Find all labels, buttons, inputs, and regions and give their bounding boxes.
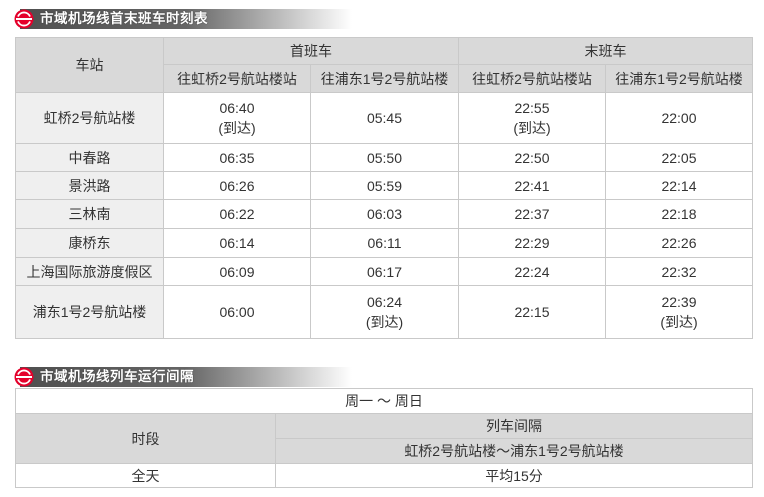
period-value: 全天 xyxy=(15,463,276,488)
station-name: 上海国际旅游度假区 xyxy=(15,257,164,286)
train-time: 06:00 xyxy=(219,304,255,320)
time-cell: 22:15 xyxy=(458,285,606,339)
station-column-header: 车站 xyxy=(15,37,164,93)
table-row: 康桥东 06:14 06:11 22:29 22:26 xyxy=(15,228,753,258)
shanghai-metro-logo-icon xyxy=(14,9,34,29)
table-row: 上海国际旅游度假区 06:09 06:17 22:24 22:32 xyxy=(15,257,753,286)
train-time: 22:15 xyxy=(514,304,550,320)
train-time: 22:00 xyxy=(661,110,697,126)
last-train-header: 末班车 xyxy=(458,37,753,65)
shanghai-metro-logo-icon xyxy=(14,367,34,387)
station-name: 中春路 xyxy=(15,143,164,172)
first-train-header: 首班车 xyxy=(163,37,459,65)
train-time: 22:24 xyxy=(458,257,606,286)
schedule-section-title: 市域机场线首末班车时刻表 xyxy=(40,11,208,27)
train-time: 06:26 xyxy=(163,171,311,200)
train-time: 05:45 xyxy=(366,110,403,126)
train-time: 06:22 xyxy=(163,199,311,229)
time-cell: 22:55 (到达) xyxy=(458,92,606,144)
arrival-note: (到达) xyxy=(660,314,698,330)
table-row: 浦东1号2号航站楼 06:00 06:24 (到达) 22:15 22:39 (… xyxy=(15,285,753,339)
train-time: 06:35 xyxy=(163,143,311,172)
route-header: 虹桥2号航站楼～浦东1号2号航站楼 xyxy=(275,438,753,464)
interval-section-header: 市域机场线列车运行间隔 xyxy=(12,366,352,388)
station-name: 三林南 xyxy=(15,199,164,229)
train-time: 05:50 xyxy=(310,143,459,172)
table-header-row: 时段 列车间隔 xyxy=(15,413,753,464)
days-row: 周一 ～ 周日 xyxy=(15,388,753,414)
first-last-train-table: 车站 首班车 末班车 往虹桥2号航站楼站 往浦东1号2号航站楼 往虹桥2号航站楼… xyxy=(15,37,753,339)
table-row: 中春路 06:35 05:50 22:50 22:05 xyxy=(15,143,753,172)
train-time: 06:03 xyxy=(310,199,459,229)
direction-header: 往浦东1号2号航站楼 xyxy=(605,64,753,93)
interval-section-title: 市域机场线列车运行间隔 xyxy=(40,369,194,385)
table-row: 三林南 06:22 06:03 22:37 22:18 xyxy=(15,199,753,229)
train-time: 06:24 xyxy=(366,294,403,310)
period-header: 时段 xyxy=(15,413,276,464)
table-row: 虹桥2号航站楼 06:40 (到达) 05:45 22:55 (到达) 22:0… xyxy=(15,92,753,144)
train-time: 22:29 xyxy=(458,228,606,258)
train-time: 22:18 xyxy=(605,199,753,229)
train-time: 22:55 xyxy=(514,100,550,116)
train-time: 06:09 xyxy=(163,257,311,286)
train-time: 06:40 xyxy=(219,100,255,116)
train-time: 22:50 xyxy=(458,143,606,172)
train-time: 06:17 xyxy=(310,257,459,286)
direction-header: 往浦东1号2号航站楼 xyxy=(310,64,459,93)
arrival-note: (到达) xyxy=(218,120,256,136)
direction-header: 往虹桥2号航站楼站 xyxy=(458,64,606,93)
station-name: 景洪路 xyxy=(15,171,164,200)
train-time: 22:41 xyxy=(458,171,606,200)
time-cell: 22:00 xyxy=(605,92,753,144)
time-cell: 06:24 (到达) xyxy=(310,285,459,339)
station-name: 虹桥2号航站楼 xyxy=(15,92,164,144)
train-time: 22:32 xyxy=(605,257,753,286)
station-name: 浦东1号2号航站楼 xyxy=(15,285,164,339)
table-row: 全天 平均15分 xyxy=(15,463,753,488)
time-cell: 06:40 (到达) xyxy=(163,92,311,144)
station-name: 康桥东 xyxy=(15,228,164,258)
arrival-note: (到达) xyxy=(365,314,404,330)
time-cell: 06:00 xyxy=(163,285,311,339)
train-interval-table: 周一 ～ 周日 时段 列车间隔 虹桥2号航站楼～浦东1号2号航站楼 全天 平均1… xyxy=(15,388,753,488)
schedule-section-header: 市域机场线首末班车时刻表 xyxy=(12,8,352,30)
time-cell: 22:39 (到达) xyxy=(605,285,753,339)
time-cell: 05:45 xyxy=(310,92,459,144)
arrival-note: (到达) xyxy=(513,120,551,136)
days-label: 周一 ～ 周日 xyxy=(15,388,753,414)
train-time: 22:05 xyxy=(605,143,753,172)
train-time: 06:14 xyxy=(163,228,311,258)
train-time: 05:59 xyxy=(310,171,459,200)
table-header-row: 车站 首班车 末班车 xyxy=(15,37,753,93)
direction-header: 往虹桥2号航站楼站 xyxy=(163,64,311,93)
train-time: 22:14 xyxy=(605,171,753,200)
train-time: 22:39 xyxy=(661,294,697,310)
train-time: 06:11 xyxy=(310,228,459,258)
train-time: 22:26 xyxy=(605,228,753,258)
interval-value: 平均15分 xyxy=(275,463,753,488)
table-row: 景洪路 06:26 05:59 22:41 22:14 xyxy=(15,171,753,200)
train-time: 22:37 xyxy=(458,199,606,229)
interval-header: 列车间隔 xyxy=(275,413,753,439)
